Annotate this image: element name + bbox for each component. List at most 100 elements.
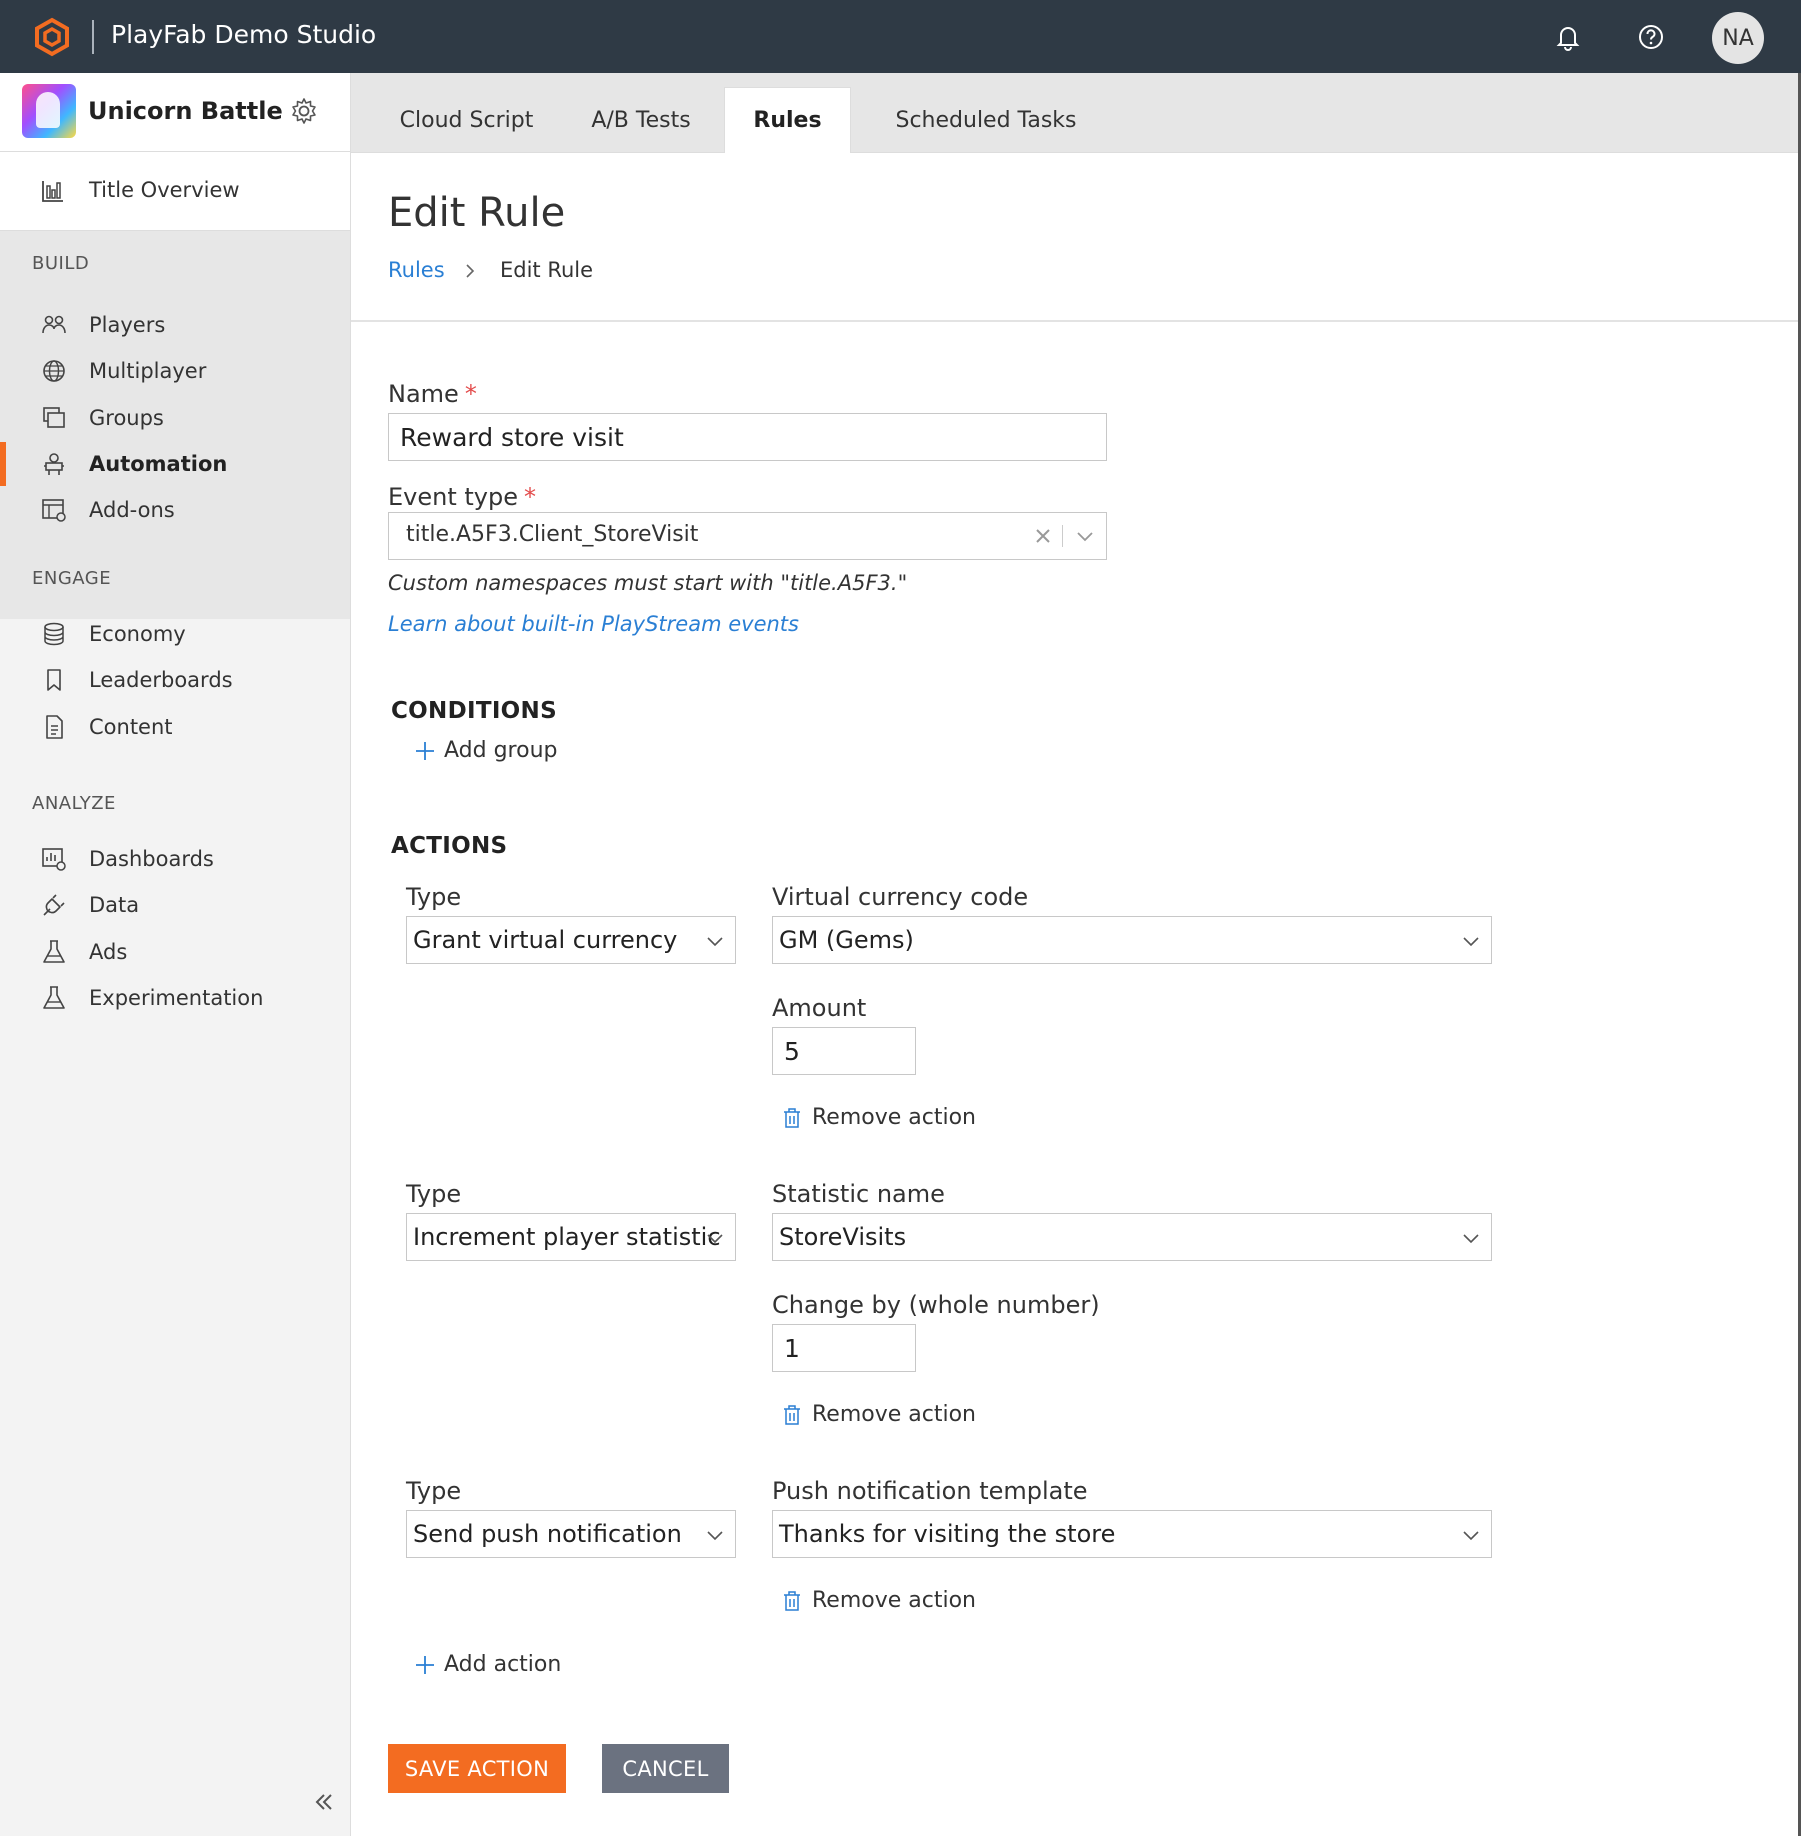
bell-icon[interactable] (1552, 21, 1584, 53)
players-icon (42, 315, 66, 334)
studio-name[interactable]: PlayFab Demo Studio (111, 20, 376, 49)
remove-action-label: Remove action (812, 1588, 976, 1613)
help-icon[interactable] (1635, 21, 1667, 53)
namespace-hint: Custom namespaces must start with "title… (388, 571, 908, 595)
breadcrumb-rules-link[interactable]: Rules (388, 258, 445, 282)
clear-icon[interactable] (1032, 525, 1054, 547)
sidebar-item-experimentation[interactable]: Experimentation (0, 976, 350, 1020)
sidebar-item-label: Content (89, 715, 173, 739)
push-template-label: Push notification template (772, 1477, 1088, 1505)
currency-code-value: GM (Gems) (779, 926, 914, 954)
remove-action-button[interactable]: Remove action (782, 1402, 976, 1427)
push-template-select[interactable]: Thanks for visiting the store (772, 1510, 1492, 1558)
sidebar-item-label: Automation (89, 452, 228, 476)
tab-bar: Cloud Script A/B Tests Rules Scheduled T… (351, 73, 1801, 153)
change-by-input[interactable]: 1 (772, 1324, 916, 1372)
sidebar-item-label: Groups (89, 406, 164, 430)
remove-action-button[interactable]: Remove action (782, 1588, 976, 1613)
combobox-separator (1062, 525, 1063, 547)
top-bar: PlayFab Demo Studio NA (0, 0, 1801, 73)
sidebar-item-players[interactable]: Players (0, 303, 350, 347)
chevron-down-icon (1463, 1531, 1479, 1541)
add-action-label: Add action (444, 1652, 562, 1677)
sidebar-item-groups[interactable]: Groups (0, 396, 350, 440)
sidebar-item-leaderboards[interactable]: Leaderboards (0, 658, 350, 702)
sidebar-item-label: Add-ons (89, 498, 175, 522)
add-group-button[interactable]: Add group (414, 738, 557, 763)
sidebar-item-label: Multiplayer (89, 359, 207, 383)
page-title: Edit Rule (388, 190, 566, 236)
sidebar-item-title-overview[interactable]: Title Overview (0, 152, 350, 231)
bar-chart-icon (42, 181, 63, 202)
sidebar-item-label: Players (89, 313, 166, 337)
add-action-button[interactable]: Add action (414, 1652, 561, 1677)
statistic-name-select[interactable]: StoreVisits (772, 1213, 1492, 1261)
required-mark: * (464, 380, 477, 408)
sidebar-item-label: Economy (89, 622, 186, 646)
sidebar-item-content[interactable]: Content (0, 705, 350, 749)
sidebar-item-data[interactable]: Data (0, 883, 350, 927)
tab-scheduled-tasks[interactable]: Scheduled Tasks (876, 87, 1096, 153)
event-type-label: Event type * (388, 483, 536, 511)
breadcrumb-current: Edit Rule (500, 258, 594, 282)
remove-action-button[interactable]: Remove action (782, 1105, 976, 1130)
game-name: Unicorn Battle (88, 97, 283, 125)
game-icon (22, 84, 76, 138)
conditions-heading: CONDITIONS (391, 698, 557, 724)
title-selector[interactable]: Unicorn Battle (0, 73, 350, 152)
trash-icon (784, 1590, 800, 1611)
plus-icon (416, 741, 434, 760)
statistic-name-value: StoreVisits (779, 1223, 907, 1251)
coins-icon (44, 622, 64, 646)
currency-code-select[interactable]: GM (Gems) (772, 916, 1492, 964)
sidebar: Unicorn Battle Title Overview BUILD Play… (0, 73, 351, 1836)
amount-input[interactable]: 5 (772, 1027, 916, 1075)
sidebar-item-label: Experimentation (89, 986, 264, 1010)
name-label: Name * (388, 380, 477, 408)
action-type-value: Send push notification (413, 1520, 682, 1548)
action-type-label: Type (406, 883, 462, 911)
learn-playstream-link[interactable]: Learn about built-in PlayStream events (388, 612, 799, 636)
name-label-text: Name (388, 380, 459, 408)
tab-ab-tests[interactable]: A/B Tests (571, 87, 711, 153)
addons-icon (42, 499, 66, 522)
section-label-build: BUILD (32, 253, 90, 274)
sidebar-item-addons[interactable]: Add-ons (0, 488, 350, 532)
name-input[interactable]: Reward store visit (388, 413, 1107, 461)
flask-icon (43, 986, 65, 1009)
globe-icon (43, 360, 65, 382)
sidebar-item-multiplayer[interactable]: Multiplayer (0, 349, 350, 393)
topbar-divider (92, 20, 94, 54)
active-indicator (0, 442, 6, 486)
push-template-value: Thanks for visiting the store (779, 1520, 1116, 1548)
chevron-down-icon (707, 1234, 723, 1244)
action-type-select[interactable]: Send push notification (406, 1510, 736, 1558)
sidebar-item-ads[interactable]: Ads (0, 930, 350, 974)
section-label-engage: ENGAGE (32, 568, 112, 589)
tab-rules[interactable]: Rules (724, 87, 851, 153)
playfab-logo-icon[interactable] (32, 17, 72, 57)
currency-code-label: Virtual currency code (772, 883, 1029, 911)
cancel-button[interactable]: CANCEL (602, 1744, 729, 1793)
chevron-down-icon[interactable] (1074, 525, 1096, 547)
tab-cloud-script[interactable]: Cloud Script (389, 87, 544, 153)
action-type-select[interactable]: Grant virtual currency (406, 916, 736, 964)
section-label-analyze: ANALYZE (32, 793, 116, 814)
save-action-button[interactable]: SAVE ACTION (388, 1744, 566, 1793)
sidebar-item-automation[interactable]: Automation (0, 442, 350, 486)
actions-heading: ACTIONS (391, 833, 508, 859)
sidebar-item-dashboards[interactable]: Dashboards (0, 837, 350, 881)
required-mark: * (524, 483, 536, 511)
bookmark-icon (47, 669, 61, 691)
sidebar-item-label: Data (89, 893, 140, 917)
avatar[interactable]: NA (1712, 12, 1764, 64)
page-header (351, 153, 1801, 322)
sidebar-item-economy[interactable]: Economy (0, 612, 350, 656)
action-type-select[interactable]: Increment player statistic (406, 1213, 736, 1261)
gear-icon[interactable] (288, 95, 320, 127)
remove-action-label: Remove action (812, 1105, 976, 1130)
collapse-sidebar-icon[interactable] (309, 1787, 339, 1817)
event-type-value: title.A5F3.Client_StoreVisit (406, 522, 699, 547)
sidebar-item-label: Title Overview (89, 178, 240, 202)
event-type-combobox[interactable]: title.A5F3.Client_StoreVisit (388, 512, 1107, 560)
